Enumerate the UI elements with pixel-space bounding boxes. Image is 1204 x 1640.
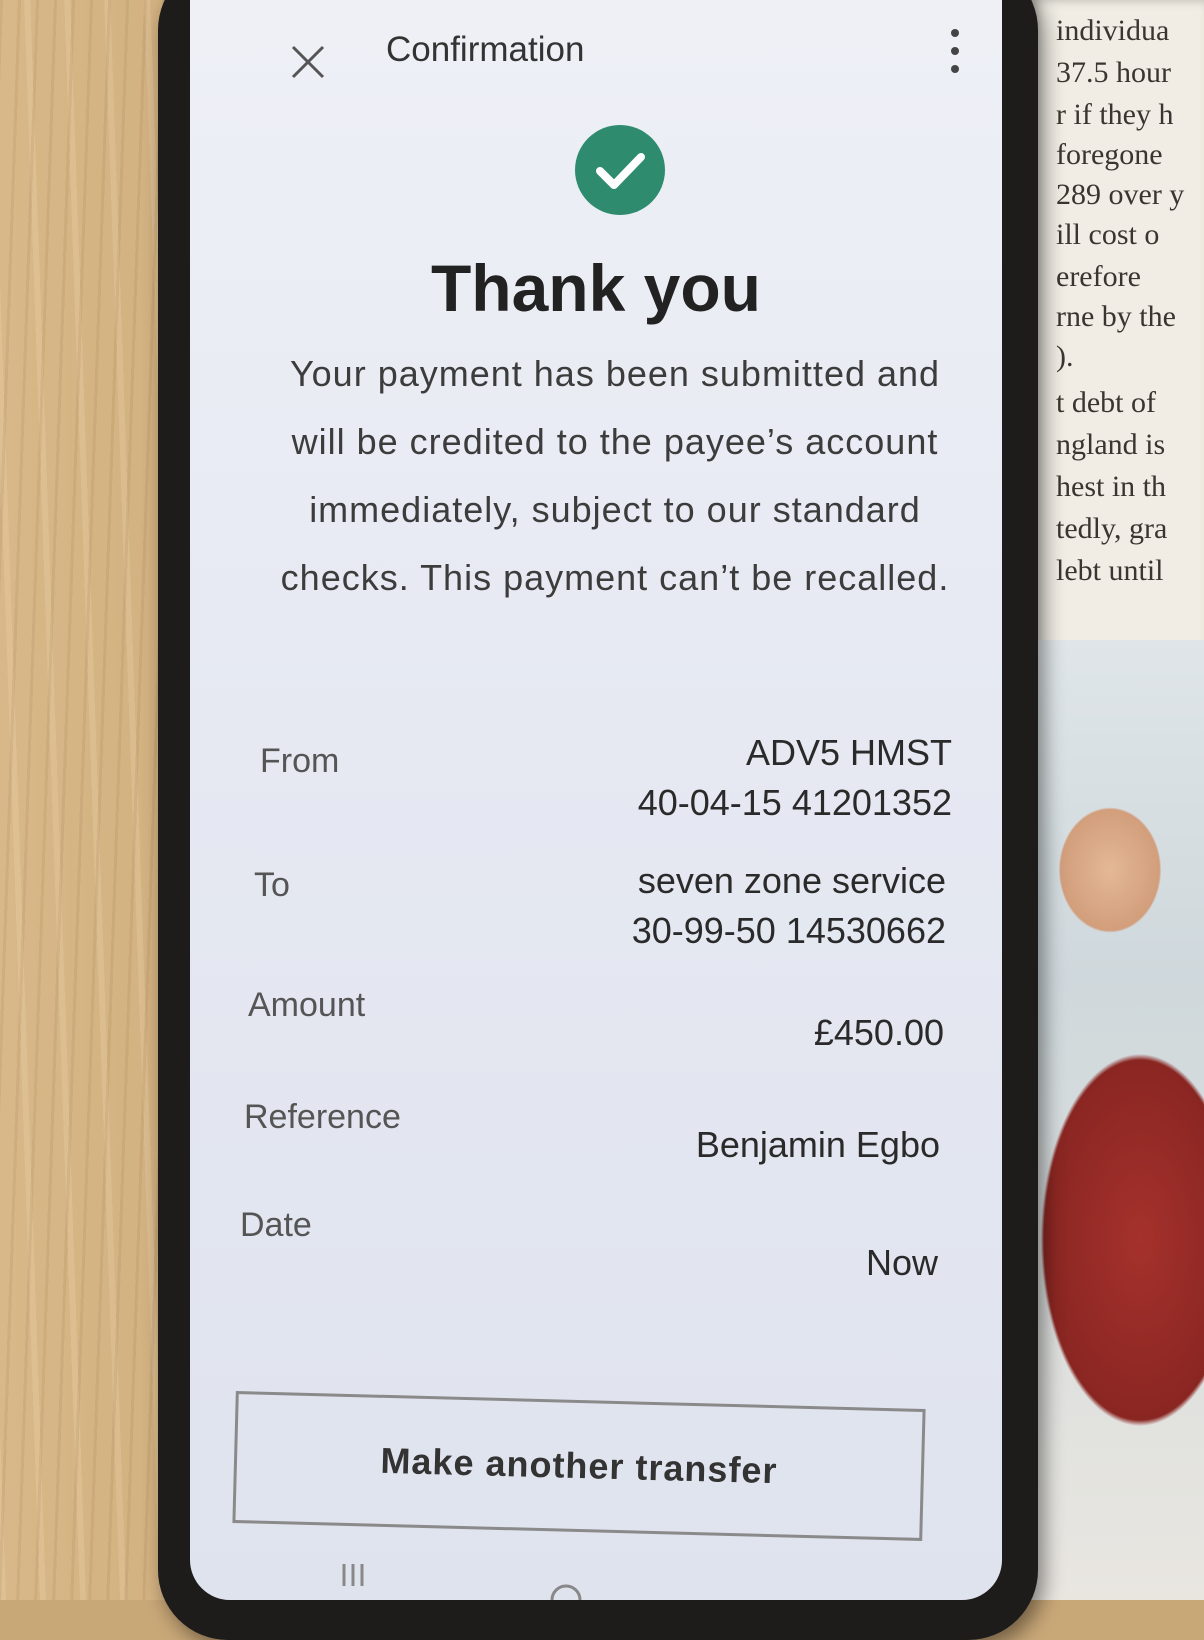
confirmation-message: Your payment has been submitted and will… <box>280 353 950 598</box>
confirmation-heading: Thank you <box>430 251 762 325</box>
book-text-line: foregone <box>1056 138 1163 171</box>
book-photo <box>1010 640 1204 1600</box>
book-page: individua 37.5 hour r if they h foregone… <box>1030 0 1204 660</box>
to-name: seven zone service <box>637 860 946 901</box>
book-text-line: t debt of <box>1056 386 1156 419</box>
book-text-line: ill cost o <box>1056 218 1160 251</box>
make-another-transfer-button[interactable]: Make another transfer <box>232 1390 926 1542</box>
date-value: Now <box>865 1242 938 1283</box>
book-text-line: ngland is <box>1056 428 1166 461</box>
to-account: 30-99-50 14530662 <box>631 910 946 951</box>
book-text-line: tedly, gra <box>1056 512 1168 545</box>
book-text-line: ). <box>1056 340 1074 373</box>
home-icon[interactable] <box>550 1574 582 1600</box>
amount-value: £450.00 <box>813 1012 944 1053</box>
from-name: ADV5 HMST <box>745 732 952 773</box>
phone-screen: Confirmation Thank you Your payment has … <box>190 0 1002 1600</box>
top-app-bar: Confirmation <box>190 0 1002 100</box>
from-label: From <box>260 742 340 780</box>
close-icon[interactable] <box>290 44 326 80</box>
recent-apps-icon[interactable] <box>338 1560 368 1590</box>
book-text-line: r if they h <box>1056 98 1174 131</box>
from-account: 40-04-15 41201352 <box>637 782 952 823</box>
book-text-line: individua <box>1056 14 1170 47</box>
more-vertical-icon[interactable] <box>950 28 960 74</box>
to-value: seven zone service 30-99-50 14530662 <box>632 856 946 956</box>
amount-label: Amount <box>248 986 366 1024</box>
book-text-line: 37.5 hour <box>1056 56 1171 89</box>
page-title: Confirmation <box>386 30 585 69</box>
book-text-line: 289 over y <box>1056 178 1185 211</box>
reference-label: Reference <box>244 1098 401 1136</box>
reference-value: Benjamin Egbo <box>695 1124 940 1165</box>
to-label: To <box>254 866 290 904</box>
book-text-line: hest in th <box>1056 470 1166 503</box>
book-text-line: erefore <box>1056 260 1141 293</box>
book-text-line: lebt until <box>1056 554 1164 587</box>
date-label: Date <box>240 1206 312 1244</box>
from-value: ADV5 HMST 40-04-15 41201352 <box>638 728 952 828</box>
check-circle-icon <box>575 125 665 215</box>
book-text-line: rne by the <box>1056 300 1176 333</box>
